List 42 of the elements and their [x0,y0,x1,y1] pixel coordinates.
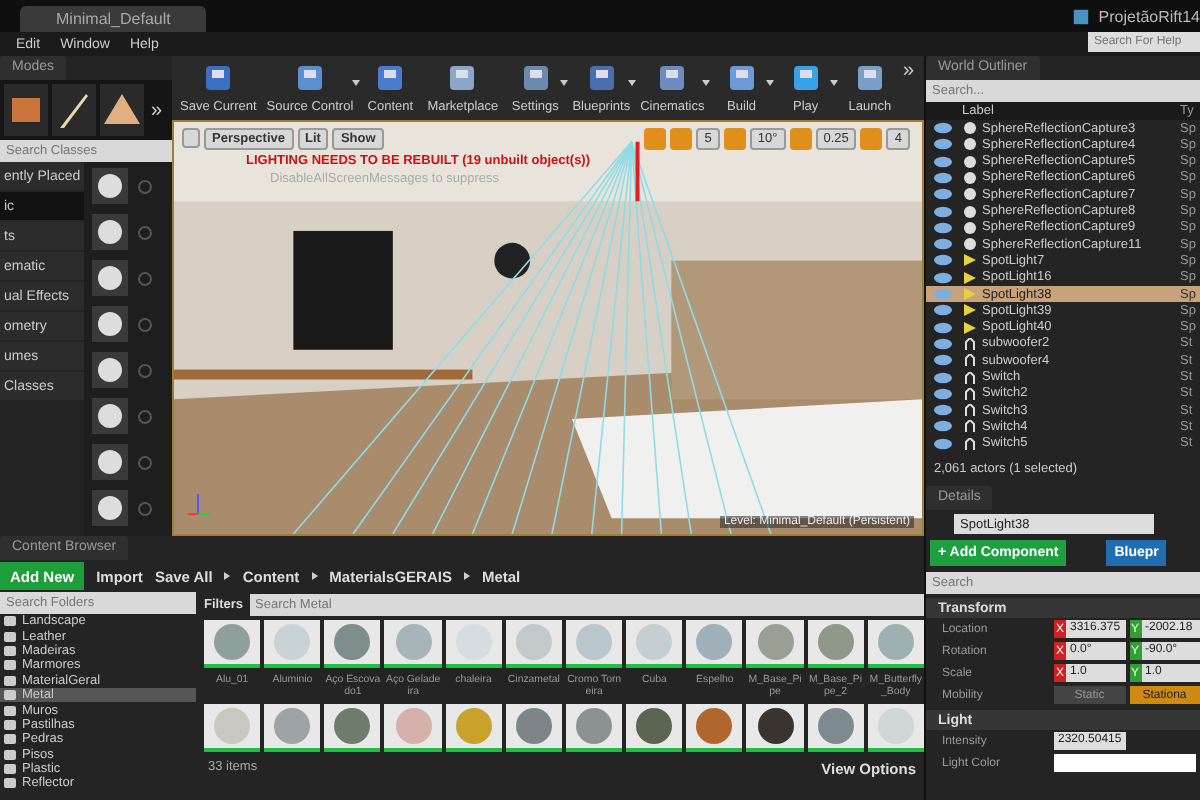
sphere-icon[interactable] [92,168,128,204]
material-thumbnail[interactable] [264,704,321,752]
material-thumbnail[interactable] [324,620,381,668]
document-tab[interactable]: Minimal_Default [20,6,207,32]
sphere-icon[interactable] [92,444,128,480]
chevron-icon [224,572,231,580]
material-thumbnail[interactable] [445,620,502,668]
material-thumbnail[interactable] [565,704,623,752]
chevron-icon [463,572,470,580]
material-thumbnail[interactable] [384,704,442,752]
mountain-icon[interactable] [100,84,144,136]
material-thumbnail[interactable] [204,704,261,752]
more-button[interactable]: » [150,99,168,121]
material-thumbnail[interactable] [626,704,683,752]
material-thumbnail[interactable] [445,704,502,752]
material-thumbnail[interactable] [807,704,864,752]
material-thumbnail[interactable] [626,620,683,668]
color-swatch[interactable] [1054,754,1196,772]
material-thumbnail[interactable] [324,704,381,752]
brush-icon[interactable] [52,84,96,136]
material-thumbnail[interactable] [384,620,442,668]
material-thumbnail[interactable] [746,620,804,668]
material-thumbnail[interactable] [264,620,321,668]
chevron-icon [311,572,318,580]
project-name: ProjetãoRift14 [1098,7,1200,25]
caret-icon[interactable] [351,80,360,86]
material-thumbnail[interactable] [505,704,562,752]
caret-icon[interactable] [702,80,711,86]
caret-icon[interactable] [628,80,637,86]
caret-icon[interactable] [560,80,569,86]
material-thumbnail[interactable] [204,620,261,668]
material-thumbnail[interactable] [686,704,743,752]
material-thumbnail[interactable] [807,620,864,668]
material-thumbnail[interactable] [867,620,924,668]
material-thumbnail[interactable] [686,620,743,668]
material-thumbnail[interactable] [505,620,562,668]
material-thumbnail[interactable] [867,704,924,752]
more-button[interactable]: » [902,60,920,116]
material-thumbnail[interactable] [565,620,623,668]
caret-icon[interactable] [766,80,775,86]
caret-icon[interactable] [830,80,839,86]
material-thumbnail[interactable] [746,704,804,752]
